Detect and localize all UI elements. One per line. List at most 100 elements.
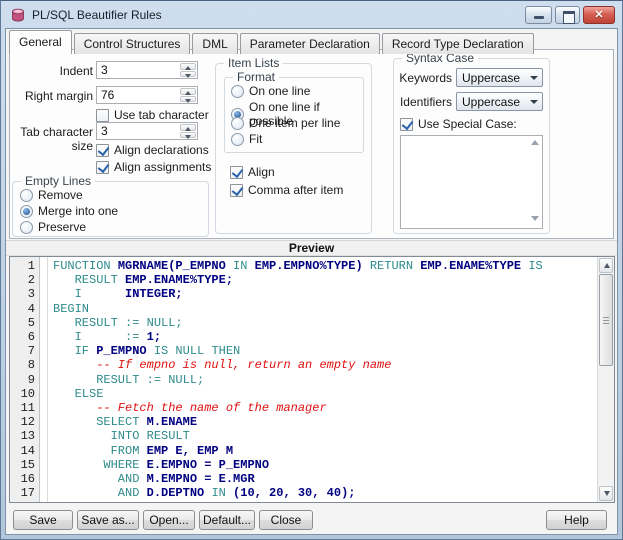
tab-control-structures[interactable]: Control Structures [74,33,191,54]
line-number: 4 [10,302,35,316]
right-margin-spin-down-icon[interactable] [180,96,196,103]
syntax-case-group: Syntax Case Keywords Uppercase Identifie… [393,58,550,234]
line-number-gutter: 1234567891011121314151617 [10,257,40,502]
minimize-button[interactable] [525,6,552,24]
scroll-up-icon[interactable] [531,140,539,145]
code-line: WHERE E.EMPNO = P_EMPNO [53,458,597,472]
vertical-scrollbar[interactable] [597,257,614,502]
scrollbar-up-icon[interactable] [599,258,613,273]
line-number: 2 [10,273,35,287]
line-number: 3 [10,287,35,301]
checkbox-icon [230,166,243,179]
default-button[interactable]: Default... [199,510,255,530]
use-special-case-label: Use Special Case: [418,117,517,131]
format-fit-radio[interactable]: Fit [231,132,262,146]
plsql-beautifier-rules-dialog: PL/SQL Beautifier Rules GeneralControl S… [0,0,623,540]
plsql-database-icon [10,7,26,23]
open-button[interactable]: Open... [143,510,195,530]
code-line: FUNCTION MGRNAME(P_EMPNO IN EMP.EMPNO%TY… [53,259,597,273]
align-declarations-checkbox[interactable]: Align declarations [96,143,209,157]
use-tab-character-label: Use tab character [114,108,209,122]
identifiers-value: Uppercase [457,95,526,109]
code-area: FUNCTION MGRNAME(P_EMPNO IN EMP.EMPNO%TY… [48,257,597,502]
empty-lines-group-label: Empty Lines [21,174,95,188]
save-as-button[interactable]: Save as... [77,510,139,530]
preview-header: Preview [6,240,617,256]
tab-parameter-declaration[interactable]: Parameter Declaration [240,33,380,54]
scrollbar-track[interactable] [598,366,614,485]
tab-size-spin-up-icon[interactable] [180,124,196,131]
line-number: 8 [10,358,35,372]
line-number: 14 [10,444,35,458]
use-tab-character-checkbox[interactable]: Use tab character [96,108,209,122]
align-checkbox[interactable]: Align [230,165,275,179]
format-group-label: Format [233,70,279,84]
special-case-textarea[interactable] [400,135,543,229]
tab-character-size-input[interactable] [97,123,180,139]
titlebar: PL/SQL Beautifier Rules [1,1,622,28]
checkbox-icon [96,144,109,157]
tab-dml[interactable]: DML [192,33,237,54]
item-lists-group-label: Item Lists [224,56,283,70]
tab-general[interactable]: General [9,30,72,54]
code-line: RESULT := NULL; [53,316,597,330]
preview-code-editor: 1234567891011121314151617 FUNCTION MGRNA… [9,256,615,503]
format-group: Format On one line On one line if possib… [224,77,364,153]
item-lists-group: Item Lists Format On one line On one lin… [215,63,372,234]
empty-lines-remove-radio[interactable]: Remove [20,188,83,202]
tab-page-general: Indent Right margin Use tab character Ta… [9,49,614,239]
right-margin-input[interactable] [97,87,180,103]
keywords-select[interactable]: Uppercase [456,68,543,87]
tab-strip: GeneralControl StructuresDMLParameter De… [9,30,536,50]
empty-lines-merge-radio[interactable]: Merge into one [20,204,118,218]
radio-icon [20,189,33,202]
use-special-case-checkbox[interactable]: Use Special Case: [400,117,517,131]
indent-spin-down-icon[interactable] [180,71,196,78]
scroll-down-icon[interactable] [531,216,539,221]
code-line: IF P_EMPNO IS NULL THEN [53,344,597,358]
right-margin-spin-up-icon[interactable] [180,88,196,95]
indent-spinner [96,61,198,79]
format-one-item-per-line-radio[interactable]: One item per line [231,116,340,130]
format-fit-label: Fit [249,132,262,146]
tab-character-size-spinner [96,122,198,140]
radio-icon [20,221,33,234]
indent-input[interactable] [97,62,180,78]
maximize-button[interactable] [555,6,580,24]
align-assignments-label: Align assignments [114,160,211,174]
code-line: INTO RESULT [53,429,597,443]
indent-spin-up-icon[interactable] [180,63,196,70]
checkbox-icon [400,118,413,131]
radio-icon [231,133,244,146]
line-number: 9 [10,373,35,387]
code-line: I INTEGER; [53,287,597,301]
close-button[interactable] [583,6,615,24]
line-number: 12 [10,415,35,429]
radio-icon [231,117,244,130]
code-line: -- Fetch the name of the manager [53,401,597,415]
scrollbar-thumb[interactable] [599,274,613,366]
identifiers-label: Identifiers [394,95,452,109]
close-dialog-button[interactable]: Close [259,510,313,530]
button-row: Save Save as... Open... Default... Close… [6,510,617,530]
keywords-label: Keywords [394,71,452,85]
tab-record-type-declaration[interactable]: Record Type Declaration [382,33,534,54]
empty-lines-preserve-radio[interactable]: Preserve [20,220,86,234]
comma-after-item-checkbox[interactable]: Comma after item [230,183,343,197]
format-on-one-line-label: On one line [249,84,310,98]
empty-lines-preserve-label: Preserve [38,220,86,234]
right-margin-label: Right margin [10,89,93,103]
window-title: PL/SQL Beautifier Rules [32,8,162,22]
checkbox-icon [96,109,109,122]
code-line: AND M.EMPNO = E.MGR [53,472,597,486]
align-assignments-checkbox[interactable]: Align assignments [96,160,211,174]
save-button[interactable]: Save [13,510,73,530]
align-declarations-label: Align declarations [114,143,209,157]
line-number: 10 [10,387,35,401]
format-on-one-line-radio[interactable]: On one line [231,84,310,98]
scrollbar-down-icon[interactable] [599,486,613,501]
tab-size-spin-down-icon[interactable] [180,132,196,139]
line-number: 1 [10,259,35,273]
help-button[interactable]: Help [546,510,607,530]
identifiers-select[interactable]: Uppercase [456,92,543,111]
